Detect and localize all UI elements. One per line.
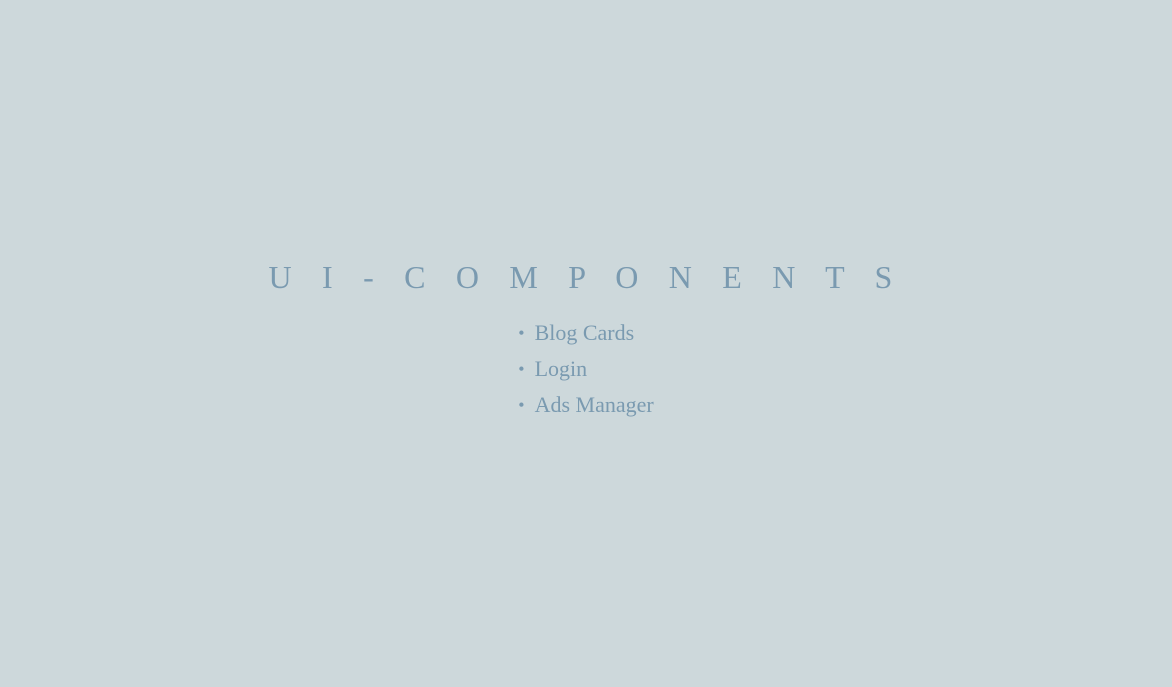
page-title: U I - C O M P O N E N T S: [269, 259, 904, 296]
login-link[interactable]: Login: [535, 356, 588, 382]
blog-cards-link[interactable]: Blog Cards: [535, 320, 635, 346]
ads-manager-link[interactable]: Ads Manager: [535, 392, 654, 418]
list-item-blog-cards: Blog Cards: [518, 320, 653, 346]
main-content: U I - C O M P O N E N T S Blog Cards Log…: [269, 259, 904, 428]
navigation-list: Blog Cards Login Ads Manager: [518, 320, 653, 428]
list-item-ads-manager: Ads Manager: [518, 392, 653, 418]
list-item-login: Login: [518, 356, 653, 382]
